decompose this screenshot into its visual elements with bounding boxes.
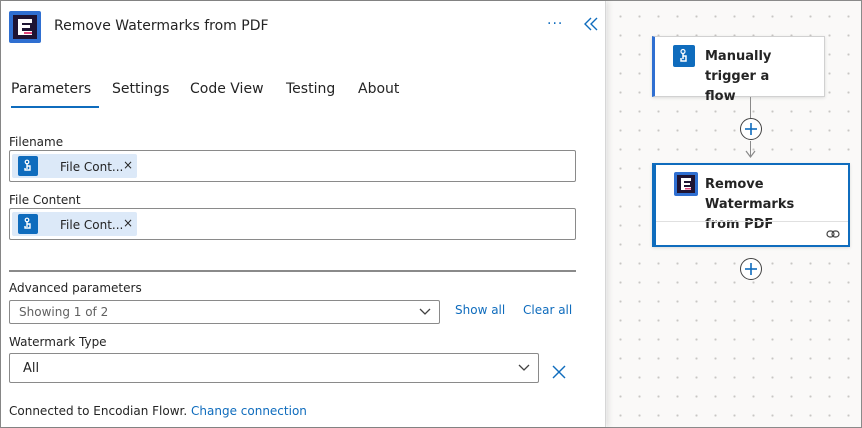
show-all-link[interactable]: Show all <box>455 303 505 317</box>
panel-tabs: Parameters Settings Code View Testing Ab… <box>9 81 599 111</box>
arrow-down-icon <box>745 150 756 158</box>
plus-icon <box>745 123 757 135</box>
connection-status: Connected to Encodian Flowr. Change conn… <box>9 404 307 418</box>
panel-title: Remove Watermarks from PDF <box>54 18 269 34</box>
filename-label: Filename <box>9 135 64 149</box>
file-content-token[interactable]: File Cont... × <box>12 212 137 236</box>
section-divider <box>9 270 576 272</box>
link-connection-icon <box>826 230 840 238</box>
filename-token-remove-button[interactable]: × <box>123 158 133 172</box>
filename-input[interactable]: File Cont... × <box>9 150 576 182</box>
clear-all-link[interactable]: Clear all <box>523 303 572 317</box>
tab-about[interactable]: About <box>358 81 399 97</box>
collapse-panel-button[interactable] <box>583 15 599 33</box>
action-card-title: Remove Watermarks from PDF <box>705 177 795 232</box>
tab-settings[interactable]: Settings <box>112 81 169 97</box>
panel-header: Remove Watermarks from PDF ··· <box>9 11 599 43</box>
tab-parameters[interactable]: Parameters <box>11 81 100 108</box>
chevron-down-icon <box>419 308 431 315</box>
card-divider <box>656 221 848 222</box>
manual-trigger-icon <box>673 45 695 67</box>
more-options-button[interactable]: ··· <box>547 16 563 32</box>
file-content-token-label: File Cont... <box>60 218 124 232</box>
flow-canvas[interactable]: Manually trigger a flow Remove Watermark… <box>607 1 861 427</box>
action-details-panel: Remove Watermarks from PDF ··· Parameter… <box>1 1 606 427</box>
file-content-token-remove-button[interactable]: × <box>123 216 133 230</box>
filename-token[interactable]: File Cont... × <box>12 154 137 178</box>
chevron-down-icon <box>518 364 530 371</box>
trigger-card[interactable]: Manually trigger a flow <box>652 36 825 104</box>
advanced-parameters-label: Advanced parameters <box>9 281 142 295</box>
watermark-type-label: Watermark Type <box>9 335 107 349</box>
encodian-logo-icon <box>9 11 41 43</box>
remove-parameter-icon[interactable] <box>552 365 566 379</box>
filename-token-label: File Cont... <box>60 160 124 174</box>
trigger-touch-icon <box>18 156 38 176</box>
add-step-button[interactable] <box>740 258 762 280</box>
trigger-touch-icon <box>18 214 38 234</box>
watermark-type-value: All <box>23 361 40 376</box>
change-connection-link[interactable]: Change connection <box>191 404 307 418</box>
encodian-logo-icon <box>674 172 698 196</box>
advanced-parameters-dropdown[interactable]: Showing 1 of 2 <box>9 300 440 324</box>
connection-text: Connected to Encodian Flowr. <box>9 404 188 418</box>
remove-watermarks-card[interactable]: Remove Watermarks from PDF <box>652 163 850 247</box>
tab-testing[interactable]: Testing <box>286 81 335 97</box>
file-content-input[interactable]: File Cont... × <box>9 208 576 240</box>
connector-line <box>750 97 751 118</box>
double-chevron-left-icon <box>584 17 598 31</box>
file-content-label: File Content <box>9 193 81 207</box>
trigger-card-title: Manually trigger a flow <box>705 49 772 104</box>
tab-code-view[interactable]: Code View <box>190 81 264 97</box>
advanced-parameters-value: Showing 1 of 2 <box>19 305 109 319</box>
plus-icon <box>745 263 757 275</box>
watermark-type-dropdown[interactable]: All <box>9 353 539 383</box>
add-step-button[interactable] <box>740 118 762 140</box>
